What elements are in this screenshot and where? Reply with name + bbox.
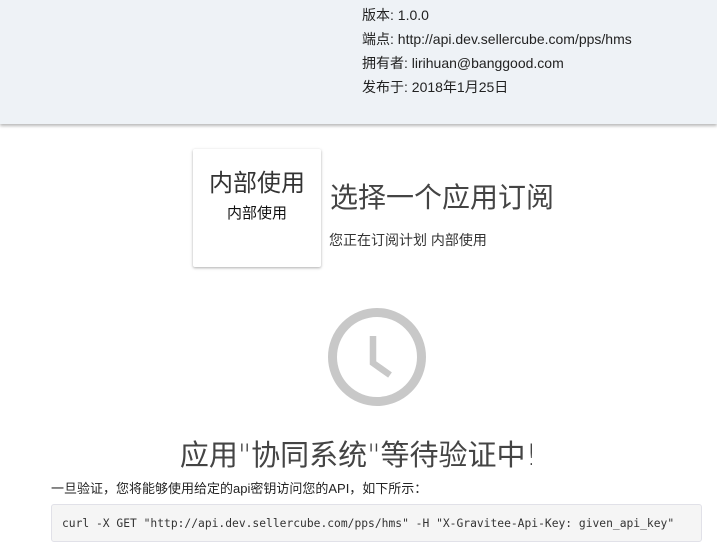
curl-example-code[interactable]: curl -X GET "http://api.dev.sellercube.c… <box>51 504 702 542</box>
plan-card[interactable]: 内部使用 内部使用 <box>193 149 321 267</box>
subscribe-title: 选择一个应用订阅 <box>330 181 555 214</box>
api-version: 版本: 1.0.0 <box>362 7 429 23</box>
api-published-date: 发布于: 2018年1月25日 <box>362 79 509 95</box>
subscribe-description: 您正在订阅计划 内部使用 <box>329 232 487 248</box>
api-meta: 版本: 1.0.0 端点: http://api.dev.sellercube.… <box>362 3 632 99</box>
api-endpoint: 端点: http://api.dev.sellercube.com/pps/hm… <box>362 31 632 47</box>
plan-card-subtitle: 内部使用 <box>226 205 287 222</box>
clock-icon <box>328 308 426 406</box>
plan-card-title: 内部使用 <box>209 169 305 197</box>
pending-validation-title: 应用"协同系统"等待验证中! <box>179 438 538 472</box>
api-header: 版本: 1.0.0 端点: http://api.dev.sellercube.… <box>0 0 717 124</box>
api-owner: 拥有者: lirihuan@banggood.com <box>362 55 564 71</box>
api-key-hint: 一旦验证，您将能够使用给定的api密钥访问您的API，如下所示： <box>51 481 428 496</box>
